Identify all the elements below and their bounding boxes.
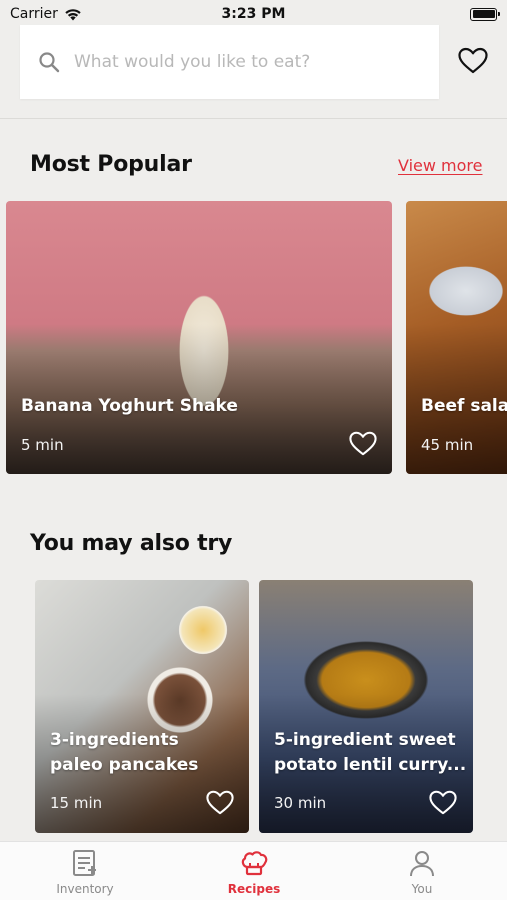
recipe-time: 15 min — [50, 794, 103, 812]
tab-label: Recipes — [227, 882, 281, 896]
status-bar: Carrier 3:23 PM — [0, 0, 507, 28]
tab-label: Inventory — [56, 882, 114, 896]
recipe-time: 5 min — [21, 436, 64, 454]
heart-outline-icon[interactable] — [348, 429, 378, 457]
status-time: 3:23 PM — [221, 6, 286, 22]
most-popular-title: Most Popular — [30, 152, 192, 177]
bottom-tab-bar: Inventory Recipes You — [0, 841, 507, 900]
carrier-label: Carrier — [10, 6, 58, 22]
inventory-list-icon — [73, 850, 96, 876]
recipe-title-line2: paleo pancakes — [50, 755, 199, 775]
favorites-heart-icon[interactable] — [457, 45, 489, 77]
recipe-card-banana-shake[interactable]: Banana Yoghurt Shake 5 min — [6, 201, 392, 474]
recipe-card-paleo-pancakes[interactable]: 3-ingredients paleo pancakes 15 min — [35, 580, 249, 833]
recipe-title-line1: 3-ingredients — [50, 730, 179, 750]
heart-outline-icon[interactable] — [428, 788, 458, 816]
search-icon — [39, 52, 60, 73]
recipe-title-line1: 5-ingredient sweet — [274, 730, 456, 750]
tab-recipes[interactable]: Recipes — [209, 848, 299, 896]
chef-hat-icon — [241, 851, 268, 876]
recipe-title-line2: potato lentil curry... — [274, 755, 467, 775]
status-left: Carrier — [10, 6, 82, 22]
header-divider — [0, 118, 507, 119]
also-try-title: You may also try — [30, 531, 233, 556]
tab-you[interactable]: You — [377, 848, 467, 896]
user-icon — [410, 851, 434, 877]
tab-inventory[interactable]: Inventory — [40, 848, 130, 896]
search-input[interactable] — [74, 52, 414, 72]
search-bar[interactable] — [20, 25, 439, 99]
recipe-card-beef-salad[interactable]: Beef sala 45 min — [406, 201, 507, 474]
recipe-time: 30 min — [274, 794, 327, 812]
recipe-time: 45 min — [421, 436, 474, 454]
view-more-link[interactable]: View more — [398, 156, 483, 175]
wifi-icon — [65, 8, 81, 20]
recipe-card-lentil-curry[interactable]: 5-ingredient sweet potato lentil curry..… — [259, 580, 473, 833]
recipe-title: Beef sala — [421, 396, 507, 416]
battery-icon — [470, 7, 500, 21]
tab-label: You — [411, 882, 433, 896]
recipe-title: Banana Yoghurt Shake — [21, 396, 238, 416]
heart-outline-icon[interactable] — [205, 788, 235, 816]
